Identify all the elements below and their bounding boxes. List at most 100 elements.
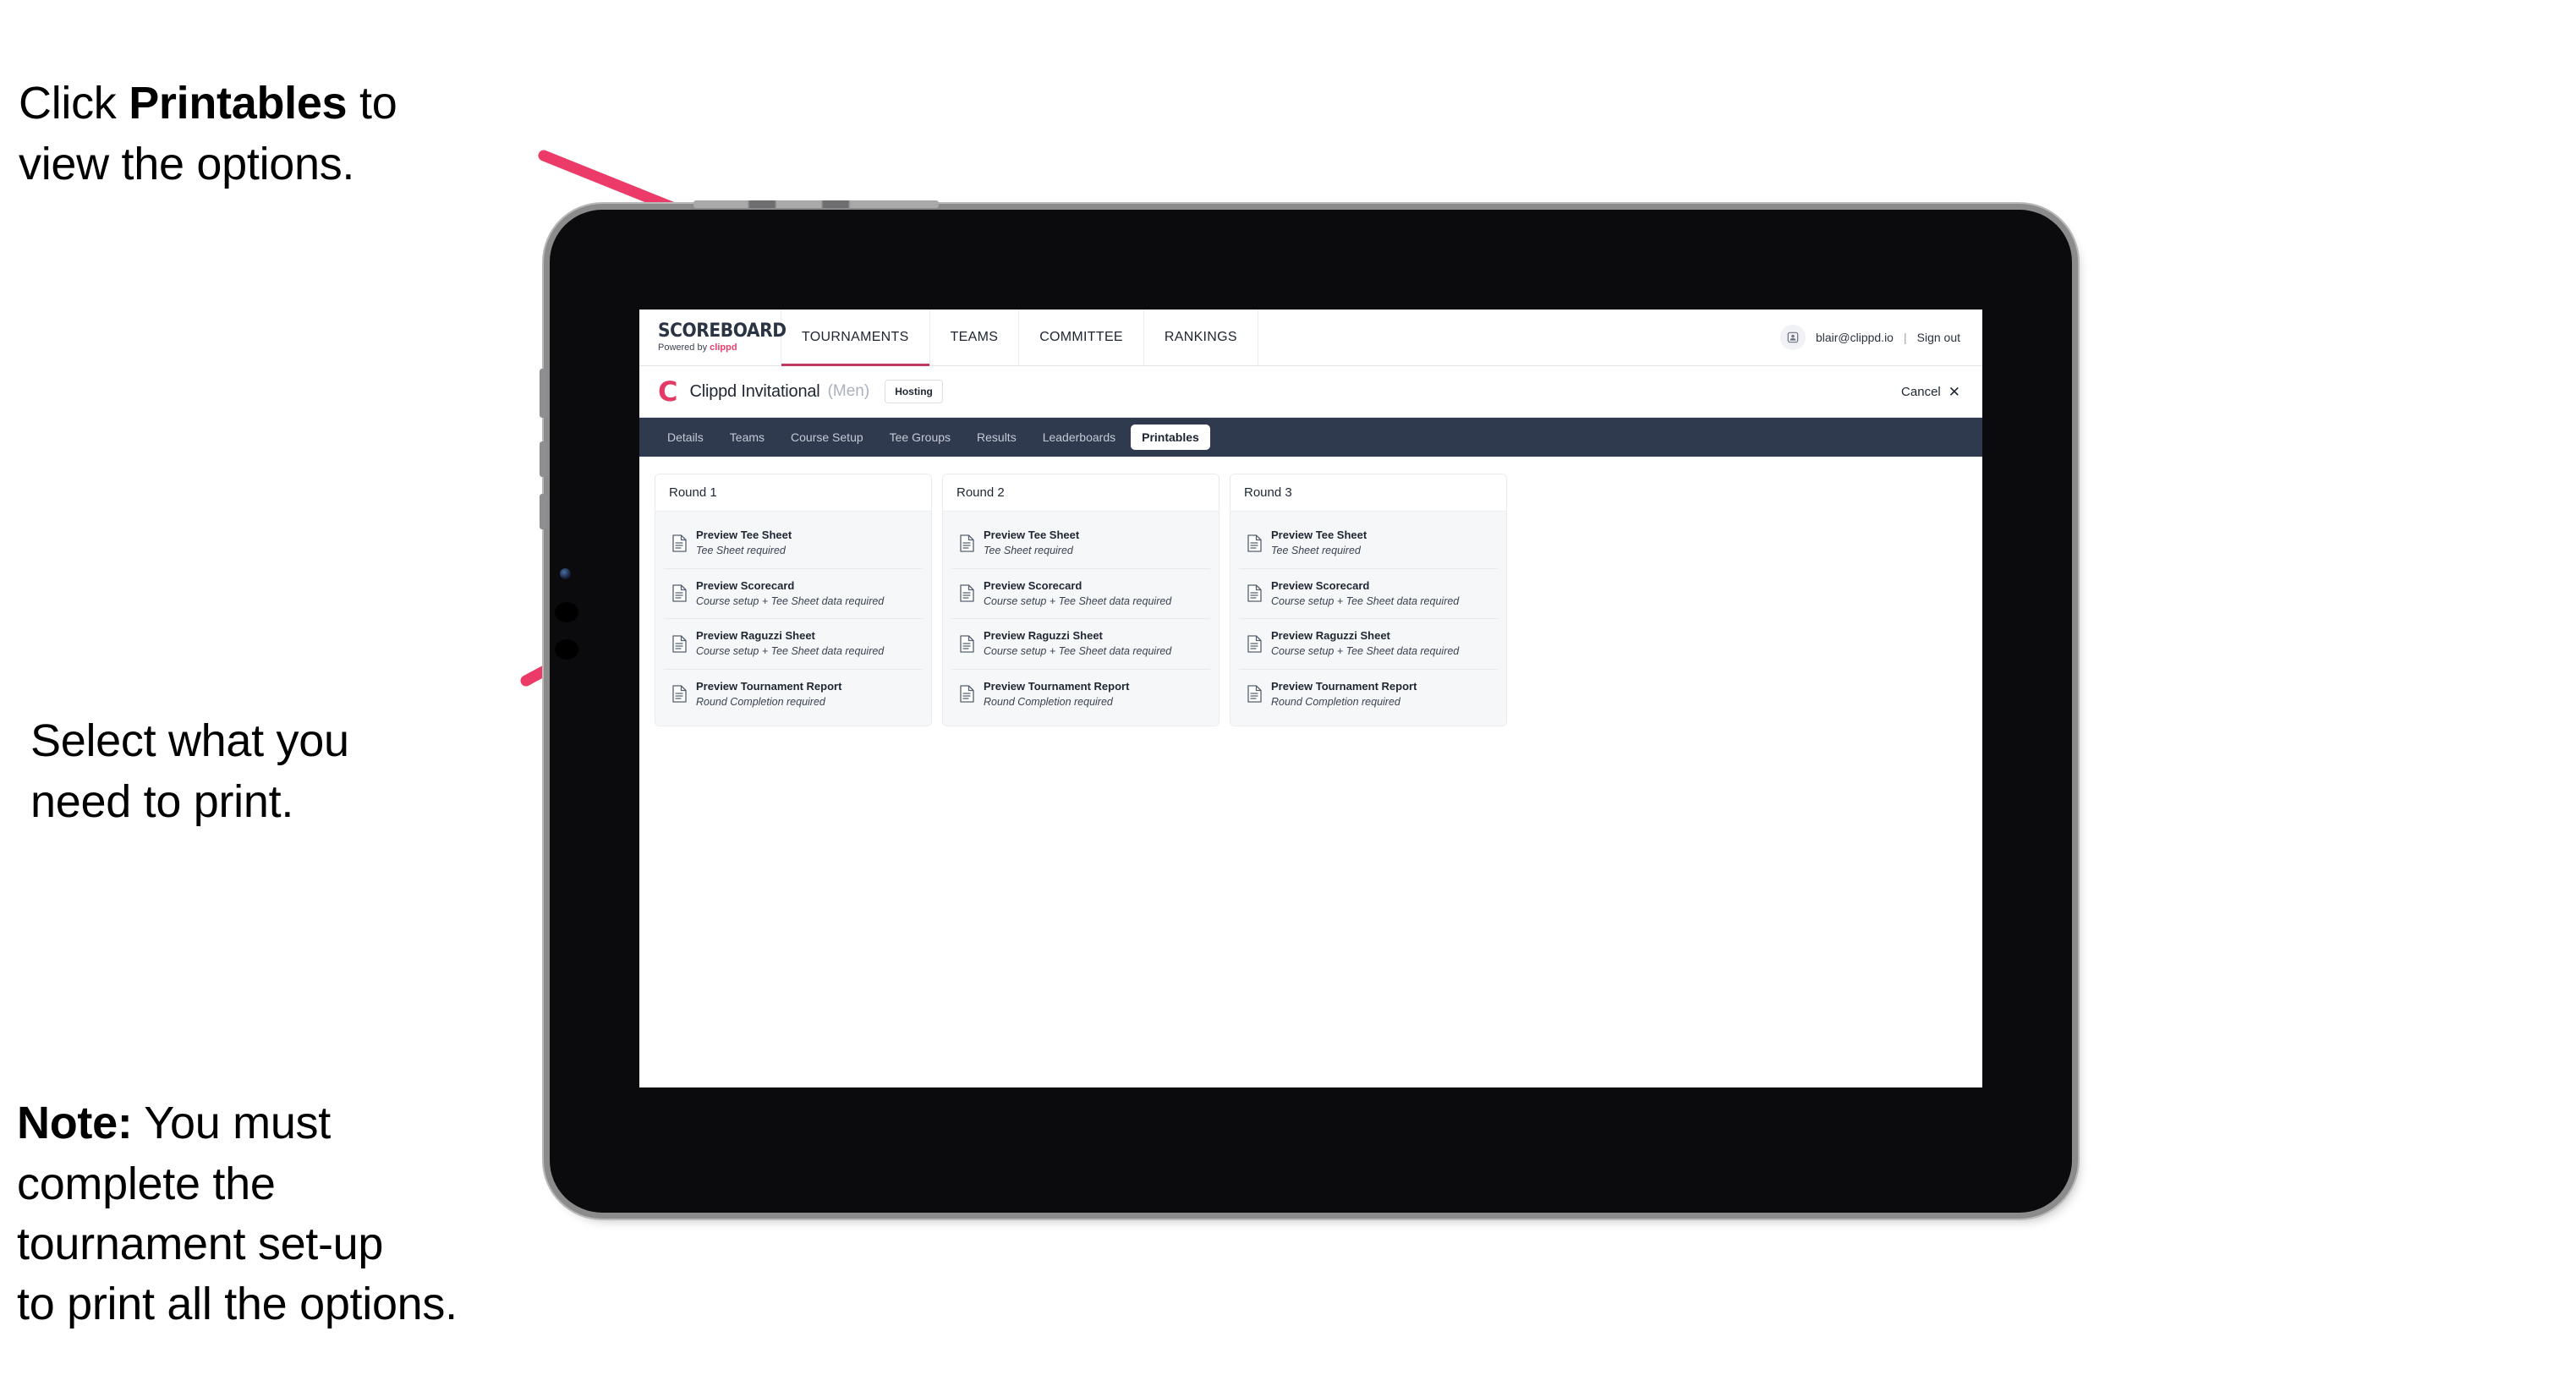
topnav-label-tournaments: TOURNAMENTS [802, 330, 909, 344]
document-icon [960, 635, 974, 653]
tab-tee-groups[interactable]: Tee Groups [879, 425, 962, 450]
top-navigation-bar: SCOREBOARD Powered by clippd TOURNAMENTS… [639, 310, 1982, 366]
clippd-c-logo-icon: C [658, 375, 678, 408]
print-row-title: Preview Tee Sheet [984, 529, 1080, 541]
print-row-subtitle: Tee Sheet required [1271, 545, 1361, 557]
document-icon [672, 635, 687, 653]
print-row-title: Preview Tee Sheet [1271, 529, 1367, 541]
print-row-subtitle: Course setup + Tee Sheet data required [984, 594, 1172, 607]
round-2-items: Preview Tee Sheet Tee Sheet required Pre… [943, 512, 1219, 726]
tournament-gender-label: (Men) [827, 382, 870, 400]
print-row-title: Preview Raguzzi Sheet [696, 629, 815, 642]
print-row-tournament-report[interactable]: Preview Tournament Report Round Completi… [1239, 670, 1498, 720]
tablet-device: SCOREBOARD Powered by clippd TOURNAMENTS… [540, 200, 2072, 1213]
tab-label-tee-groups: Tee Groups [889, 430, 951, 444]
tournament-title: Clippd Invitational [689, 381, 820, 401]
annotation-select-what-to-print: Select what you need to print. [30, 651, 349, 832]
logo-tagline-prefix: Powered by [658, 342, 710, 353]
tablet-volume-up-button[interactable] [540, 441, 547, 477]
print-row-title: Preview Raguzzi Sheet [984, 629, 1103, 642]
print-row-title: Preview Tournament Report [696, 679, 842, 693]
round-1-items: Preview Tee Sheet Tee Sheet required Pre… [655, 512, 931, 726]
print-row-raguzzi-sheet[interactable]: Preview Raguzzi Sheet Course setup + Tee… [1239, 619, 1498, 670]
topnav-user-area: blair@clippd.io | Sign out [1779, 310, 1982, 365]
document-icon [1247, 534, 1262, 552]
tab-results[interactable]: Results [966, 425, 1028, 450]
document-icon [1247, 685, 1262, 703]
topnav-item-committee[interactable]: COMMITTEE [1019, 310, 1144, 365]
document-icon [672, 685, 687, 703]
print-row-title: Preview Scorecard [696, 578, 795, 592]
print-row-title: Preview Tee Sheet [696, 529, 792, 541]
annotation-click-printables: Click Printables to view the options. [19, 14, 397, 194]
round-1-title: Round 1 [655, 474, 931, 512]
tablet-top-edge-speaker [693, 200, 939, 208]
topnav-label-teams: TEAMS [950, 330, 999, 344]
print-row-tournament-report[interactable]: Preview Tournament Report Round Completi… [664, 670, 923, 720]
print-row-tee-sheet[interactable]: Preview Tee Sheet Tee Sheet required [664, 518, 923, 569]
print-row-raguzzi-sheet[interactable]: Preview Raguzzi Sheet Course setup + Tee… [664, 619, 923, 670]
tab-label-details: Details [667, 430, 704, 444]
annotation-2-text: Select what you need to print. [30, 715, 349, 827]
tablet-volume-down-button[interactable] [540, 494, 547, 529]
print-row-subtitle: Round Completion required [696, 695, 825, 708]
user-email: blair@clippd.io [1815, 331, 1894, 344]
print-row-title: Preview Scorecard [1271, 578, 1370, 592]
print-row-title: Preview Scorecard [984, 578, 1082, 592]
document-icon [672, 534, 687, 552]
topnav-item-tournaments[interactable]: TOURNAMENTS [781, 310, 930, 366]
print-row-title: Preview Tournament Report [1271, 679, 1417, 693]
sign-out-button[interactable]: Sign out [1917, 331, 1960, 344]
print-row-subtitle: Course setup + Tee Sheet data required [696, 645, 885, 658]
scoreboard-logo[interactable]: SCOREBOARD Powered by clippd [639, 310, 787, 365]
hosting-badge[interactable]: Hosting [885, 380, 943, 403]
print-row-scorecard[interactable]: Preview Scorecard Course setup + Tee She… [1239, 569, 1498, 619]
tab-label-results: Results [977, 430, 1017, 444]
topnav-spacer [1258, 310, 1780, 365]
print-row-scorecard[interactable]: Preview Scorecard Course setup + Tee She… [664, 569, 923, 619]
print-row-subtitle: Course setup + Tee Sheet data required [1271, 645, 1460, 658]
document-icon [960, 534, 974, 552]
tab-label-course-setup: Course Setup [791, 430, 863, 444]
round-card-1: Round 1 Preview Tee Sheet Tee Sheet requ… [655, 474, 932, 726]
print-row-tee-sheet[interactable]: Preview Tee Sheet Tee Sheet required [951, 518, 1210, 569]
tab-label-teams: Teams [729, 430, 765, 444]
bezel-sensor-2 [555, 639, 578, 660]
tab-printables[interactable]: Printables [1131, 425, 1210, 450]
tab-leaderboards[interactable]: Leaderboards [1032, 425, 1126, 450]
round-2-title: Round 2 [943, 474, 1219, 512]
print-row-subtitle: Course setup + Tee Sheet data required [984, 645, 1172, 658]
print-row-subtitle: Round Completion required [984, 695, 1113, 708]
user-avatar-icon[interactable] [1779, 325, 1806, 350]
tab-label-printables: Printables [1142, 430, 1199, 444]
round-3-title: Round 3 [1230, 474, 1506, 512]
topnav-item-teams[interactable]: TEAMS [930, 310, 1020, 365]
tablet-volume-rocker[interactable] [540, 369, 547, 418]
print-row-title: Preview Raguzzi Sheet [1271, 629, 1390, 642]
tab-details[interactable]: Details [656, 425, 715, 450]
round-card-3: Round 3 Preview Tee Sheet Tee Sheet requ… [1230, 474, 1507, 726]
cancel-button[interactable]: Cancel ✕ [1901, 385, 1960, 399]
logo-tagline-brand: clippd [710, 342, 737, 353]
print-row-tee-sheet[interactable]: Preview Tee Sheet Tee Sheet required [1239, 518, 1498, 569]
tab-course-setup[interactable]: Course Setup [780, 425, 874, 450]
document-icon [1247, 635, 1262, 653]
annotation-3-bold: Note: [17, 1098, 133, 1149]
annotation-note: Note: You must complete the tournament s… [17, 1033, 458, 1334]
print-row-tournament-report[interactable]: Preview Tournament Report Round Completi… [951, 670, 1210, 720]
document-icon [960, 584, 974, 602]
tab-teams[interactable]: Teams [719, 425, 776, 450]
topnav-label-committee: COMMITTEE [1039, 330, 1123, 344]
topnav-label-rankings: RANKINGS [1164, 330, 1237, 344]
close-x-icon: ✕ [1948, 383, 1960, 400]
print-row-raguzzi-sheet[interactable]: Preview Raguzzi Sheet Course setup + Tee… [951, 619, 1210, 670]
print-row-subtitle: Tee Sheet required [984, 545, 1073, 557]
annotation-1-lead: Click [19, 78, 129, 129]
front-camera-icon [560, 568, 571, 579]
print-row-title: Preview Tournament Report [984, 679, 1130, 693]
tab-label-leaderboards: Leaderboards [1042, 430, 1116, 444]
round-card-2: Round 2 Preview Tee Sheet Tee Sheet requ… [942, 474, 1219, 726]
topnav-item-rankings[interactable]: RANKINGS [1144, 310, 1258, 365]
print-row-scorecard[interactable]: Preview Scorecard Course setup + Tee She… [951, 569, 1210, 619]
tournament-header-bar: C Clippd Invitational (Men) Hosting Canc… [639, 366, 1982, 418]
